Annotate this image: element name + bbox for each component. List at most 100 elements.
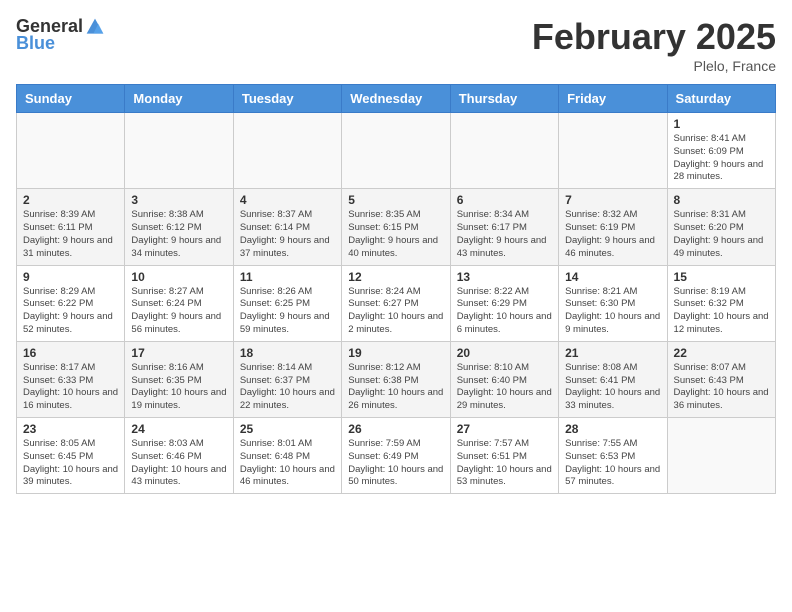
calendar-day: 4 Sunrise: 8:37 AM Sunset: 6:14 PM Daylig… [233,189,341,265]
calendar-week-row: 9Sunrise: 8:29 AM Sunset: 6:22 PM Daylig… [17,265,776,341]
calendar-day: 9Sunrise: 8:29 AM Sunset: 6:22 PM Daylig… [17,265,125,341]
day-info: Sunrise: 8:38 AM Sunset: 6:12 PM Dayligh… [131,209,226,260]
day-info: Sunrise: 8:41 AM Sunset: 6:09 PM Dayligh… [674,133,769,184]
calendar-day [125,113,233,189]
day-number: 28 [565,422,660,436]
calendar-day: 19Sunrise: 8:12 AM Sunset: 6:38 PM Dayli… [342,341,450,417]
day-info: Sunrise: 8:21 AM Sunset: 6:30 PM Dayligh… [565,286,660,337]
title-section: February 2025 Plelo, France [532,16,776,74]
calendar-header-friday: Friday [559,85,667,113]
day-info: Sunrise: 8:12 AM Sunset: 6:38 PM Dayligh… [348,362,443,413]
day-number: 1 [674,117,769,131]
day-number: 2 [23,193,118,207]
calendar-header-saturday: Saturday [667,85,775,113]
day-info: Sunrise: 8:14 AM Sunset: 6:37 PM Dayligh… [240,362,335,413]
calendar-day [342,113,450,189]
day-info: Sunrise: 8:01 AM Sunset: 6:48 PM Dayligh… [240,438,335,489]
location-title: Plelo, France [532,58,776,74]
day-number: 25 [240,422,335,436]
calendar-day: 5 Sunrise: 8:35 AM Sunset: 6:15 PM Daylig… [342,189,450,265]
day-number: 15 [674,270,769,284]
calendar-day: 2 Sunrise: 8:39 AM Sunset: 6:11 PM Daylig… [17,189,125,265]
logo-blue-text: Blue [16,33,55,54]
calendar-week-row: 16Sunrise: 8:17 AM Sunset: 6:33 PM Dayli… [17,341,776,417]
day-number: 27 [457,422,552,436]
day-number: 9 [23,270,118,284]
calendar-day [17,113,125,189]
calendar-day: 20 Sunrise: 8:10 AM Sunset: 6:40 PM Dayli… [450,341,558,417]
calendar-day: 23Sunrise: 8:05 AM Sunset: 6:45 PM Dayli… [17,418,125,494]
day-info: Sunrise: 8:27 AM Sunset: 6:24 PM Dayligh… [131,286,226,337]
day-info: Sunrise: 7:55 AM Sunset: 6:53 PM Dayligh… [565,438,660,489]
calendar-day [450,113,558,189]
day-number: 4 [240,193,335,207]
calendar-day: 8Sunrise: 8:31 AM Sunset: 6:20 PM Daylig… [667,189,775,265]
day-number: 11 [240,270,335,284]
calendar-week-row: 23Sunrise: 8:05 AM Sunset: 6:45 PM Dayli… [17,418,776,494]
calendar-day: 1 Sunrise: 8:41 AM Sunset: 6:09 PM Daylig… [667,113,775,189]
day-number: 10 [131,270,226,284]
calendar-day [559,113,667,189]
day-info: Sunrise: 8:37 AM Sunset: 6:14 PM Dayligh… [240,209,335,260]
calendar-day: 17 Sunrise: 8:16 AM Sunset: 6:35 PM Dayli… [125,341,233,417]
calendar-week-row: 2 Sunrise: 8:39 AM Sunset: 6:11 PM Daylig… [17,189,776,265]
day-info: Sunrise: 8:39 AM Sunset: 6:11 PM Dayligh… [23,209,118,260]
day-number: 26 [348,422,443,436]
day-info: Sunrise: 8:07 AM Sunset: 6:43 PM Dayligh… [674,362,769,413]
calendar: SundayMondayTuesdayWednesdayThursdayFrid… [16,84,776,494]
calendar-day: 12 Sunrise: 8:24 AM Sunset: 6:27 PM Dayli… [342,265,450,341]
month-title: February 2025 [532,16,776,58]
calendar-day: 7 Sunrise: 8:32 AM Sunset: 6:19 PM Daylig… [559,189,667,265]
day-info: Sunrise: 8:32 AM Sunset: 6:19 PM Dayligh… [565,209,660,260]
day-number: 6 [457,193,552,207]
day-number: 12 [348,270,443,284]
calendar-header-monday: Monday [125,85,233,113]
day-info: Sunrise: 8:26 AM Sunset: 6:25 PM Dayligh… [240,286,335,337]
calendar-day: 16Sunrise: 8:17 AM Sunset: 6:33 PM Dayli… [17,341,125,417]
day-number: 23 [23,422,118,436]
calendar-header-tuesday: Tuesday [233,85,341,113]
day-info: Sunrise: 8:16 AM Sunset: 6:35 PM Dayligh… [131,362,226,413]
day-info: Sunrise: 8:17 AM Sunset: 6:33 PM Dayligh… [23,362,118,413]
calendar-header-sunday: Sunday [17,85,125,113]
calendar-day: 3Sunrise: 8:38 AM Sunset: 6:12 PM Daylig… [125,189,233,265]
day-info: Sunrise: 8:19 AM Sunset: 6:32 PM Dayligh… [674,286,769,337]
calendar-day: 15 Sunrise: 8:19 AM Sunset: 6:32 PM Dayli… [667,265,775,341]
calendar-day: 10 Sunrise: 8:27 AM Sunset: 6:24 PM Dayli… [125,265,233,341]
day-number: 24 [131,422,226,436]
calendar-header-wednesday: Wednesday [342,85,450,113]
calendar-day: 27Sunrise: 7:57 AM Sunset: 6:51 PM Dayli… [450,418,558,494]
logo: General Blue [16,16,105,54]
day-number: 21 [565,346,660,360]
calendar-day: 13Sunrise: 8:22 AM Sunset: 6:29 PM Dayli… [450,265,558,341]
day-info: Sunrise: 8:08 AM Sunset: 6:41 PM Dayligh… [565,362,660,413]
calendar-day: 26 Sunrise: 7:59 AM Sunset: 6:49 PM Dayli… [342,418,450,494]
day-number: 7 [565,193,660,207]
calendar-day: 11 Sunrise: 8:26 AM Sunset: 6:25 PM Dayli… [233,265,341,341]
day-number: 18 [240,346,335,360]
calendar-day: 22Sunrise: 8:07 AM Sunset: 6:43 PM Dayli… [667,341,775,417]
calendar-day: 25 Sunrise: 8:01 AM Sunset: 6:48 PM Dayli… [233,418,341,494]
day-info: Sunrise: 8:24 AM Sunset: 6:27 PM Dayligh… [348,286,443,337]
day-number: 20 [457,346,552,360]
calendar-day [667,418,775,494]
day-number: 14 [565,270,660,284]
calendar-day: 28 Sunrise: 7:55 AM Sunset: 6:53 PM Dayli… [559,418,667,494]
calendar-day: 24Sunrise: 8:03 AM Sunset: 6:46 PM Dayli… [125,418,233,494]
header: General Blue February 2025 Plelo, France [16,16,776,74]
day-number: 17 [131,346,226,360]
day-info: Sunrise: 8:22 AM Sunset: 6:29 PM Dayligh… [457,286,552,337]
day-info: Sunrise: 8:10 AM Sunset: 6:40 PM Dayligh… [457,362,552,413]
day-info: Sunrise: 8:35 AM Sunset: 6:15 PM Dayligh… [348,209,443,260]
calendar-day: 6 Sunrise: 8:34 AM Sunset: 6:17 PM Daylig… [450,189,558,265]
calendar-day: 21 Sunrise: 8:08 AM Sunset: 6:41 PM Dayli… [559,341,667,417]
day-info: Sunrise: 8:34 AM Sunset: 6:17 PM Dayligh… [457,209,552,260]
calendar-header-thursday: Thursday [450,85,558,113]
calendar-day: 18 Sunrise: 8:14 AM Sunset: 6:37 PM Dayli… [233,341,341,417]
calendar-day: 14 Sunrise: 8:21 AM Sunset: 6:30 PM Dayli… [559,265,667,341]
calendar-week-row: 1 Sunrise: 8:41 AM Sunset: 6:09 PM Daylig… [17,113,776,189]
day-number: 8 [674,193,769,207]
calendar-day [233,113,341,189]
day-number: 5 [348,193,443,207]
day-info: Sunrise: 7:59 AM Sunset: 6:49 PM Dayligh… [348,438,443,489]
